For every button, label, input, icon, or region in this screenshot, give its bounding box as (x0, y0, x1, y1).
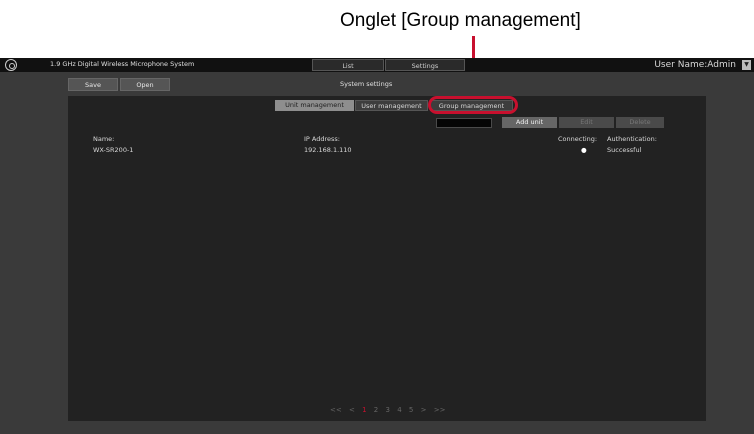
tab-group-management[interactable]: Group management (430, 100, 513, 111)
delete-button[interactable]: Delete (616, 117, 664, 128)
callout-label: Onglet [Group management] (340, 10, 581, 31)
column-header-name: Name: (93, 135, 115, 143)
pager-next[interactable]: > (421, 406, 427, 414)
column-header-authentication: Authentication: (607, 135, 657, 143)
chevron-down-icon[interactable]: ▼ (742, 60, 751, 70)
logo-icon (5, 59, 17, 71)
pager-page[interactable]: 2 (374, 406, 378, 414)
title-bar: 1.9 GHz Digital Wireless Microphone Syst… (0, 58, 754, 72)
open-button[interactable]: Open (120, 78, 170, 91)
pager-last[interactable]: >> (434, 406, 446, 414)
unit-name: WX-SR200-1 (93, 146, 134, 154)
column-header-ip: IP Address: (304, 135, 340, 143)
filter-input[interactable] (436, 118, 492, 128)
auth-status: Successful (607, 146, 642, 154)
pager-first[interactable]: << (330, 406, 342, 414)
pager-page-current[interactable]: 1 (362, 406, 366, 414)
pager-page[interactable]: 3 (385, 406, 389, 414)
pager-page[interactable]: 4 (397, 406, 401, 414)
unit-ip: 192.168.1.110 (304, 146, 352, 154)
tab-user-management[interactable]: User management (355, 100, 428, 111)
tab-list[interactable]: List (312, 59, 384, 71)
page-title: System settings (340, 80, 393, 88)
edit-button[interactable]: Edit (559, 117, 614, 128)
content-panel: Unit management User management Group ma… (68, 96, 706, 421)
column-header-connecting: Connecting: (558, 135, 598, 143)
add-unit-button[interactable]: Add unit (502, 117, 557, 128)
app-window: 1.9 GHz Digital Wireless Microphone Syst… (0, 58, 754, 434)
app-title: 1.9 GHz Digital Wireless Microphone Syst… (50, 60, 195, 68)
pagination: << < 1 2 3 4 5 > >> (330, 406, 450, 414)
save-button[interactable]: Save (68, 78, 118, 91)
connection-status-icon: ● (581, 146, 587, 154)
user-name: User Name:Admin (654, 60, 736, 70)
tab-settings[interactable]: Settings (385, 59, 465, 71)
pager-prev[interactable]: < (349, 406, 355, 414)
tab-unit-management[interactable]: Unit management (275, 100, 354, 111)
pager-page[interactable]: 5 (409, 406, 413, 414)
